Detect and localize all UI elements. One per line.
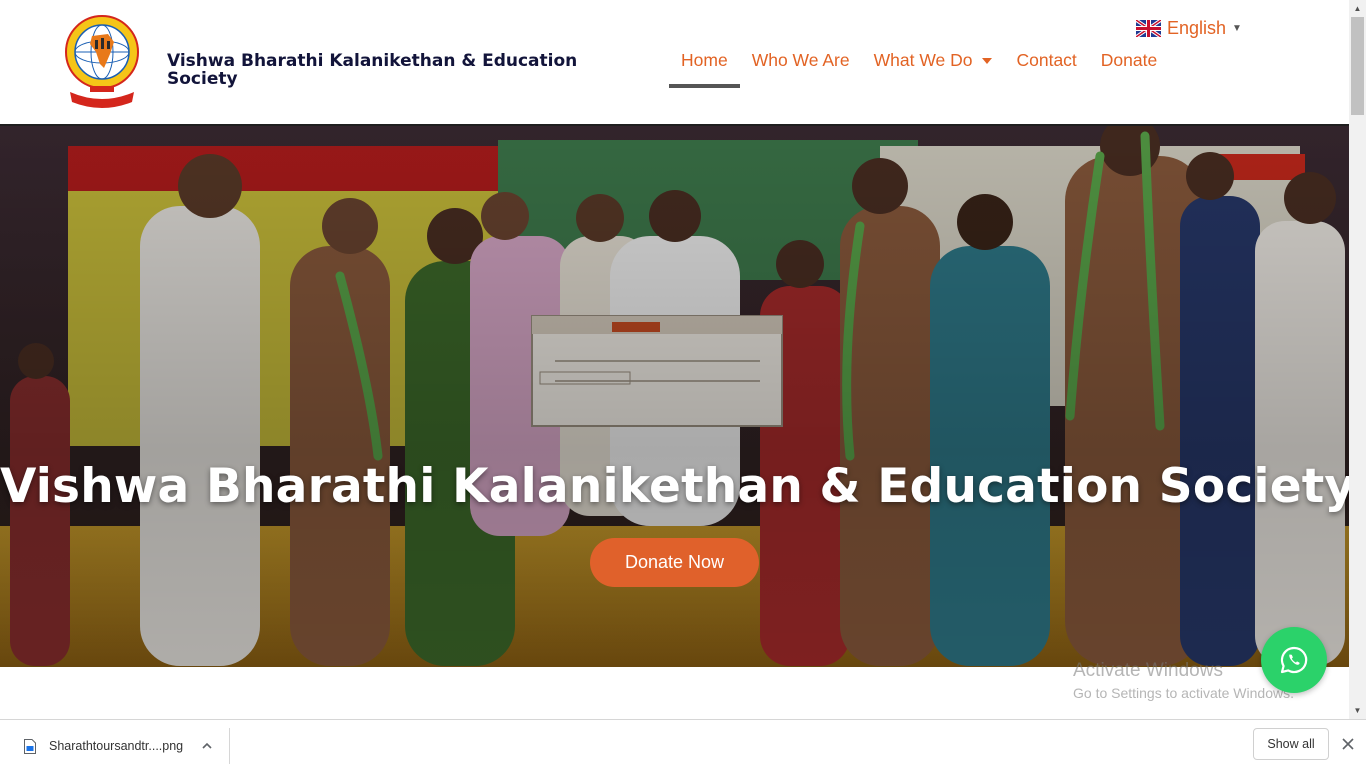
- hero-title: Vishwa Bharathi Kalanikethan & Education…: [0, 459, 1349, 514]
- chevron-down-icon: [982, 58, 993, 65]
- whatsapp-chat-button[interactable]: [1261, 627, 1327, 693]
- chevron-up-icon[interactable]: [200, 739, 214, 753]
- scroll-up-arrow-icon[interactable]: ▲: [1349, 0, 1366, 17]
- nav-who-we-are-label: Who We Are: [751, 50, 850, 70]
- site-header: Vishwa Bharathi Kalanikethan & Education…: [0, 0, 1349, 126]
- site-title[interactable]: Vishwa Bharathi Kalanikethan & Education…: [167, 52, 587, 88]
- nav-contact[interactable]: Contact: [1004, 44, 1088, 88]
- nav-donate-label: Donate: [1100, 50, 1158, 70]
- nav-what-we-do[interactable]: What We Do: [862, 44, 1005, 88]
- scrollbar-thumb[interactable]: [1351, 17, 1364, 115]
- nav-home[interactable]: Home: [669, 44, 740, 88]
- uk-flag-icon: [1136, 19, 1161, 37]
- donate-now-button[interactable]: Donate Now: [590, 538, 759, 587]
- nav-contact-label: Contact: [1016, 50, 1077, 70]
- nav-what-we-do-label: What We Do: [873, 50, 973, 70]
- download-file-name: Sharathtoursandtr....png: [49, 739, 184, 753]
- vertical-scrollbar[interactable]: ▲ ▼: [1349, 0, 1366, 719]
- caret-down-icon: ▼: [1232, 22, 1242, 34]
- hero-banner: Vishwa Bharathi Kalanikethan & Education…: [0, 126, 1349, 667]
- nav-home-label: Home: [681, 50, 728, 70]
- scroll-down-arrow-icon[interactable]: ▼: [1349, 702, 1366, 719]
- image-file-icon: [24, 738, 36, 754]
- main-navigation: Home Who We Are What We Do Contact Donat…: [669, 44, 1169, 88]
- organization-logo-icon[interactable]: [64, 14, 140, 110]
- whatsapp-icon: [1280, 646, 1308, 674]
- nav-who-we-are[interactable]: Who We Are: [740, 44, 862, 88]
- close-icon[interactable]: [1340, 736, 1356, 752]
- browser-viewport: Vishwa Bharathi Kalanikethan & Education…: [0, 0, 1349, 719]
- nav-donate[interactable]: Donate: [1089, 44, 1169, 88]
- language-selector[interactable]: English ▼: [1136, 16, 1242, 40]
- watermark-subtitle: Go to Settings to activate Windows.: [1073, 685, 1294, 701]
- show-all-button[interactable]: Show all: [1253, 728, 1329, 760]
- language-label: English: [1167, 17, 1227, 38]
- download-bar: Sharathtoursandtr....png Show all: [0, 719, 1366, 768]
- download-item[interactable]: Sharathtoursandtr....png: [0, 728, 230, 764]
